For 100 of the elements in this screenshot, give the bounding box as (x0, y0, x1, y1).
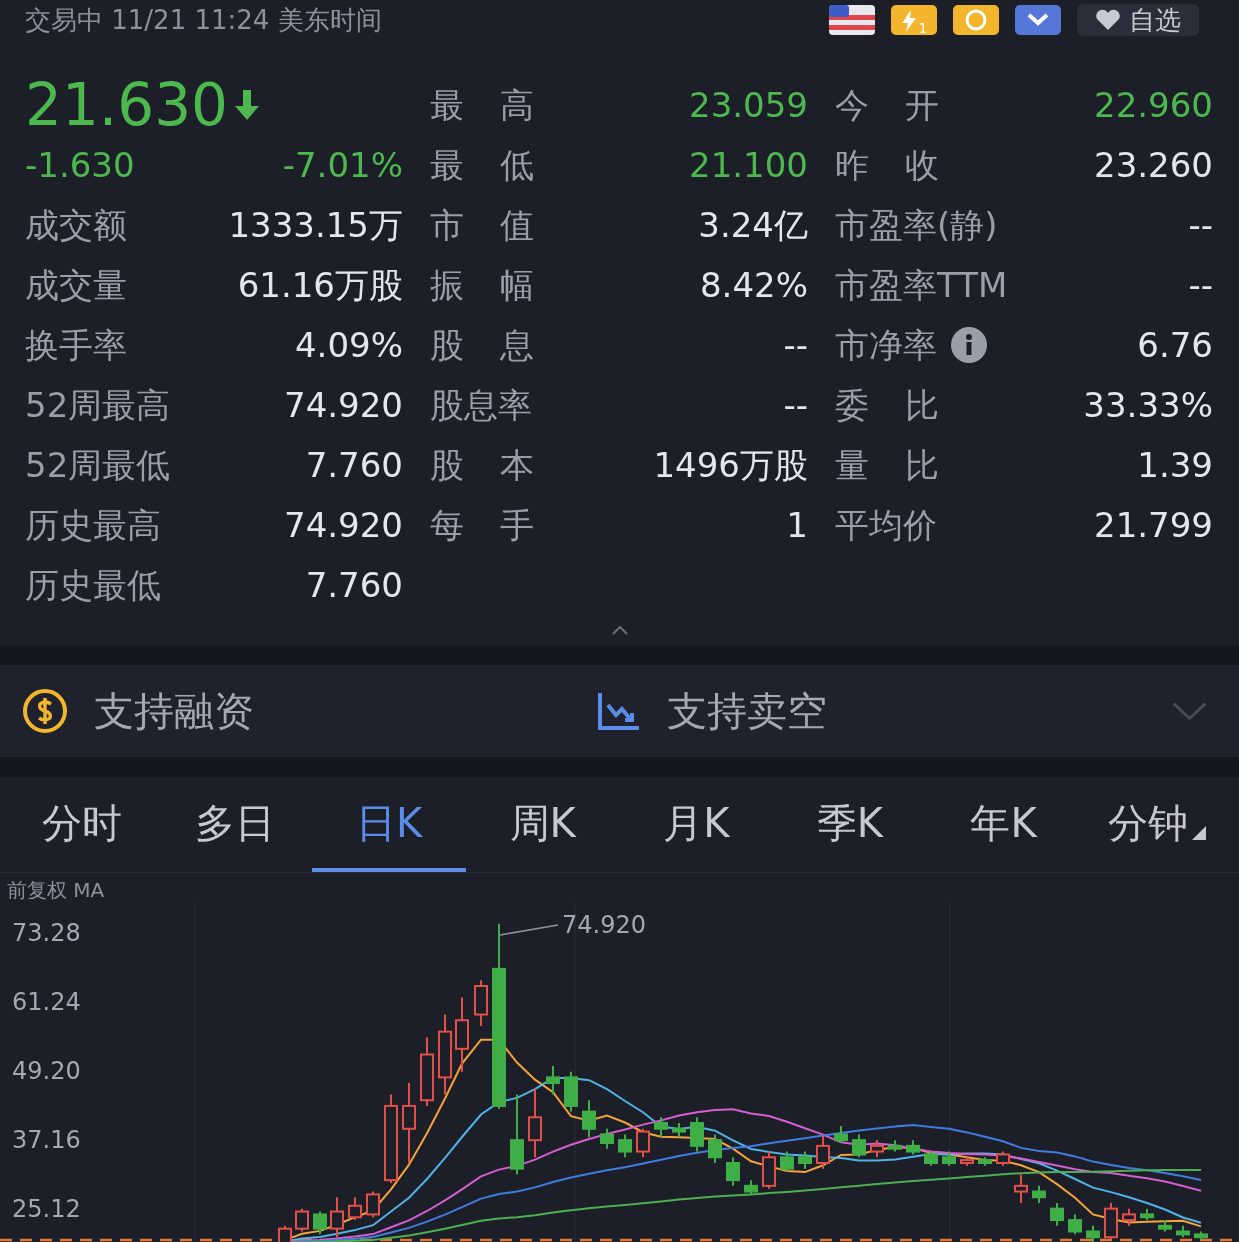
stat-label: 52周最低 (25, 443, 171, 487)
stat-value: 22.960 (1094, 83, 1213, 127)
candlestick (420, 1036, 434, 1107)
candlestick (708, 1133, 722, 1164)
candlestick (834, 1124, 848, 1144)
period-tab[interactable]: 年K (926, 777, 1081, 872)
stat-value: 7.760 (305, 563, 403, 607)
last-price: 21.630 (25, 76, 228, 134)
stat-label: 股息率 (430, 383, 532, 427)
stat-label: 历史最高 (25, 503, 161, 547)
stat-value: 1333.15万 (228, 203, 403, 247)
badge-count: 1 (918, 21, 928, 35)
stat-value: 61.16万股 (237, 263, 403, 307)
change-percent: -7.01% (282, 143, 403, 187)
stat-value: -- (783, 323, 808, 367)
stat-label: 历史最低 (25, 563, 161, 607)
stat-label: 委比 (835, 383, 975, 427)
feature-label: 支持卖空 (666, 687, 827, 736)
declining-chart-icon (596, 691, 641, 731)
stat-value: 1.39 (1137, 443, 1213, 487)
stat-label: 52周最高 (25, 383, 171, 427)
stat-value: 74.920 (284, 503, 403, 547)
y-axis-label: 61.24 (12, 990, 81, 1014)
stat-value: 21.799 (1094, 503, 1213, 547)
candlestick (1122, 1207, 1136, 1227)
stat-label: 最高 (430, 83, 570, 127)
stat-value: -- (1188, 203, 1213, 247)
stat-value: 6.76 (1137, 323, 1213, 367)
candlestick (996, 1150, 1010, 1167)
info-icon[interactable] (951, 327, 987, 363)
period-tab[interactable]: 季K (773, 777, 927, 872)
stat-value: -- (1188, 263, 1213, 307)
leader-line (499, 924, 559, 936)
candlestick (330, 1196, 344, 1239)
candlestick (744, 1179, 758, 1196)
heart-icon (1095, 9, 1121, 31)
candlestick (618, 1133, 632, 1159)
candlestick (1014, 1173, 1028, 1204)
stat-value: 3.24亿 (698, 203, 808, 247)
candlestick (816, 1133, 830, 1170)
period-tab[interactable]: 分时 (5, 777, 159, 872)
stat-value: 7.760 (305, 443, 403, 487)
candlestick (888, 1139, 902, 1153)
candlestick (582, 1099, 596, 1139)
candlestick (1140, 1207, 1154, 1222)
stat-label: 昨收 (835, 143, 975, 187)
stat-value: 21.100 (689, 143, 808, 187)
candlestick (564, 1070, 578, 1113)
stat-label: 振幅 (430, 263, 570, 307)
candlestick (672, 1122, 686, 1139)
candlestick (1068, 1213, 1082, 1236)
dollar-coin-icon (22, 688, 68, 734)
candlestick (924, 1150, 938, 1167)
dropdown-triangle-icon (1192, 826, 1207, 840)
watchlist-button[interactable]: 自选 (1077, 4, 1199, 36)
stat-label: 量比 (835, 443, 975, 487)
candlestick (780, 1150, 794, 1173)
candlestick (600, 1127, 614, 1150)
candlestick (1050, 1201, 1064, 1227)
price-change: -1.630 (25, 143, 135, 187)
candlestick (348, 1196, 362, 1222)
candlestick (852, 1133, 866, 1159)
stat-value: 1496万股 (653, 443, 808, 487)
candlestick (906, 1139, 920, 1156)
y-axis-label: 25.12 (12, 1197, 81, 1221)
candlestick (942, 1150, 956, 1167)
candlestick (1194, 1230, 1208, 1242)
candlestick (690, 1116, 704, 1153)
stat-value: 8.42% (700, 263, 808, 307)
period-tab[interactable]: 月K (619, 777, 774, 872)
candlestick (1032, 1184, 1046, 1204)
collapse-caret-icon[interactable] (610, 625, 629, 635)
stat-label: 股本 (430, 443, 570, 487)
period-tab[interactable]: 日K (312, 777, 466, 872)
flag-icon[interactable] (829, 5, 875, 35)
stat-label: 成交量 (25, 263, 127, 307)
candlestick (798, 1150, 812, 1170)
period-tab[interactable]: 多日 (158, 777, 313, 872)
candlestick (295, 1207, 309, 1233)
stat-label: 股息 (430, 323, 570, 367)
candlestick (1158, 1219, 1172, 1233)
lightning-icon (900, 10, 917, 32)
candlestick (636, 1127, 650, 1159)
period-tab[interactable]: 周K (465, 777, 620, 872)
stat-value: 23.260 (1094, 143, 1213, 187)
stat-label: 市盈率(静) (835, 203, 998, 247)
candlestick (546, 1064, 560, 1096)
peak-price-label: 74.920 (562, 913, 646, 937)
candlestick (978, 1156, 992, 1167)
candlestick (654, 1116, 668, 1139)
period-tab[interactable]: 分钟 (1080, 777, 1234, 872)
candlestick (528, 1087, 542, 1159)
stat-label: 平均价 (835, 503, 937, 547)
candlestick (960, 1156, 974, 1167)
stat-label: 每手 (430, 503, 570, 547)
stat-value: 1 (786, 503, 808, 547)
candlestick (366, 1190, 380, 1219)
candlestick (762, 1150, 776, 1190)
chart-mode-label: 前复权 MA (7, 877, 105, 904)
candlestick (1086, 1224, 1100, 1242)
